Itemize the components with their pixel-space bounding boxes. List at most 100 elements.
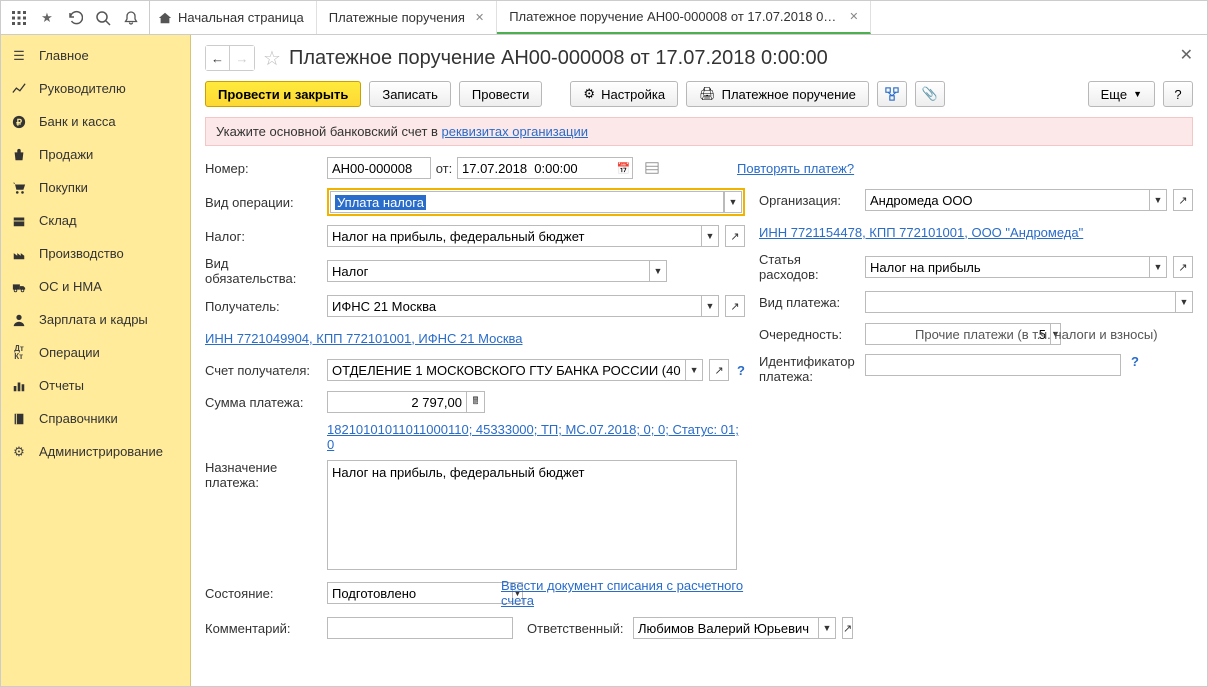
sidebar-item-hr[interactable]: Зарплата и кадры [1,303,190,336]
chevron-down-icon[interactable]: ▼ [685,359,703,381]
calculator-icon[interactable]: 🖩 [467,391,485,413]
nav-forward-button[interactable]: → [230,46,254,70]
comment-label: Комментарий: [205,621,323,636]
repeat-payment-link[interactable]: Повторять платеж? [737,161,854,176]
org-details-link[interactable]: ИНН 7721154478, КПП 772101001, ООО "Андр… [759,225,1083,240]
tab-home[interactable]: Начальная страница [150,1,317,34]
chevron-down-icon[interactable]: ▼ [1175,291,1193,313]
cart-icon [11,181,27,195]
purpose-textarea[interactable] [327,460,737,570]
history-icon[interactable] [61,4,89,32]
sidebar-item-manager[interactable]: Руководителю [1,72,190,105]
org-requisites-link[interactable]: реквизитах организации [442,124,588,139]
state-label: Состояние: [205,586,323,601]
search-icon[interactable] [89,4,117,32]
factory-icon [11,247,27,261]
close-icon[interactable]: ✕ [849,10,858,23]
open-expense-item-button[interactable]: ↗ [1173,256,1193,278]
record-button[interactable]: Записать [369,81,451,107]
more-button[interactable]: Еще▼ [1088,81,1155,107]
sidebar-item-assets[interactable]: ОС и НМА [1,270,190,303]
create-writeoff-link[interactable]: Ввести документ списания с расчетного сч… [501,578,745,608]
calendar-button[interactable]: 📅 [615,157,633,179]
sidebar-item-admin[interactable]: ⚙Администрирование [1,435,190,468]
recipient-input[interactable] [327,295,701,317]
number-label: Номер: [205,161,323,176]
op-type-label: Вид операции: [205,195,323,210]
barchart-icon [11,379,27,393]
sidebar: ☰Главное Руководителю ₽Банк и касса Прод… [1,35,191,686]
box-icon [11,214,27,228]
amount-input[interactable] [327,391,467,413]
payment-type-label: Вид платежа: [759,295,861,310]
recipient-account-input[interactable] [327,359,685,381]
form-layout-icon[interactable] [645,161,659,175]
payment-type-input[interactable] [865,291,1175,313]
chevron-down-icon[interactable]: ▼ [1149,189,1167,211]
sidebar-item-operations[interactable]: ДтКтОперации [1,336,190,369]
tab-payment-orders[interactable]: Платежные поручения ✕ [317,1,497,34]
bag-icon [11,148,27,162]
chevron-down-icon[interactable]: ▼ [1149,256,1167,278]
obligation-input[interactable] [327,260,649,282]
settings-button[interactable]: ⚙Настройка [570,81,678,107]
print-payment-button[interactable]: 🖨Платежное поручение [686,81,869,107]
star-icon[interactable]: ★ [33,4,61,32]
kbk-details-link[interactable]: 18210101011011000110; 45333000; ТП; МС.0… [327,422,745,452]
sidebar-item-purchases[interactable]: Покупки [1,171,190,204]
responsible-label: Ответственный: [527,621,629,636]
open-recipient-account-button[interactable]: ↗ [709,359,729,381]
nav-back-button[interactable]: ← [206,46,230,70]
chevron-down-icon[interactable]: ▼ [724,191,742,213]
apps-icon[interactable] [5,4,33,32]
post-button[interactable]: Провести [459,81,543,107]
tax-input[interactable] [327,225,701,247]
gear-icon: ⚙ [583,86,595,102]
open-org-button[interactable]: ↗ [1173,189,1193,211]
org-input[interactable] [865,189,1149,211]
payment-id-hint-icon[interactable]: ? [1131,354,1139,369]
recipient-account-label: Счет получателя: [205,363,323,378]
number-input[interactable] [327,157,431,179]
svg-text:₽: ₽ [16,117,22,127]
org-label: Организация: [759,193,861,208]
attachments-button[interactable]: 📎 [915,81,945,107]
sidebar-item-bank[interactable]: ₽Банк и касса [1,105,190,138]
tab-label: Платежные поручения [329,10,465,25]
sidebar-item-reports[interactable]: Отчеты [1,369,190,402]
op-type-select[interactable]: Уплата налога [330,191,724,213]
close-page-icon[interactable]: ✕ [1180,45,1193,65]
close-icon[interactable]: ✕ [475,11,484,24]
sidebar-item-catalogs[interactable]: Справочники [1,402,190,435]
comment-input[interactable] [327,617,513,639]
sidebar-item-sales[interactable]: Продажи [1,138,190,171]
structure-icon [885,87,899,101]
priority-hint: Прочие платежи (в т.ч. налоги и взносы) [915,327,1158,342]
expense-item-label: Статья расходов: [759,252,861,282]
payment-id-label: Идентификатор платежа: [759,354,861,384]
bell-icon[interactable] [117,4,145,32]
open-recipient-button[interactable]: ↗ [725,295,745,317]
chevron-down-icon[interactable]: ▼ [701,295,719,317]
person-icon [11,313,27,327]
payment-id-input[interactable] [865,354,1121,376]
sidebar-item-main[interactable]: ☰Главное [1,39,190,72]
tab-payment-order-doc[interactable]: Платежное поручение АН00-000008 от 17.07… [497,1,871,34]
account-hint-icon[interactable]: ? [737,363,745,378]
help-button[interactable]: ? [1163,81,1193,107]
open-tax-button[interactable]: ↗ [725,225,745,247]
favorite-star-icon[interactable]: ☆ [263,46,281,71]
expense-item-input[interactable] [865,256,1149,278]
date-input[interactable] [457,157,615,179]
ruble-icon: ₽ [11,115,27,129]
chevron-down-icon[interactable]: ▼ [649,260,667,282]
chevron-down-icon[interactable]: ▼ [701,225,719,247]
gear-icon: ⚙ [11,444,27,460]
sidebar-item-warehouse[interactable]: Склад [1,204,190,237]
warning-banner: Укажите основной банковский счет в рекви… [205,117,1193,146]
structure-button[interactable] [877,81,907,107]
state-input[interactable] [327,582,512,604]
recipient-details-link[interactable]: ИНН 7721049904, КПП 772101001, ИФНС 21 М… [205,331,523,346]
sidebar-item-production[interactable]: Производство [1,237,190,270]
post-and-close-button[interactable]: Провести и закрыть [205,81,361,107]
